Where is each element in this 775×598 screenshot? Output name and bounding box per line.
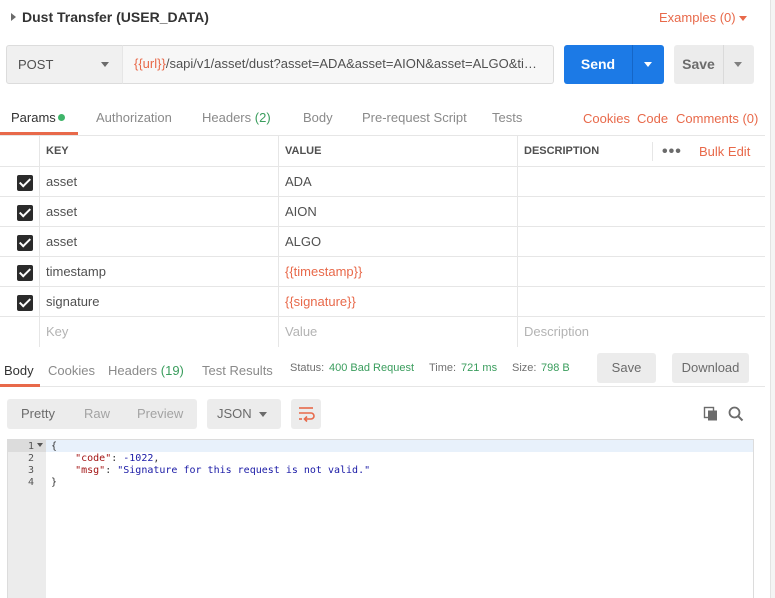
wrap-lines-icon xyxy=(299,407,315,423)
window-scrollbar[interactable] xyxy=(770,0,775,598)
param-checkbox[interactable] xyxy=(17,295,33,311)
line-number: 2 xyxy=(27,453,34,464)
param-key[interactable]: asset xyxy=(46,174,77,189)
json-string: "Signature for this request is not valid… xyxy=(117,465,371,476)
current-line-highlight xyxy=(8,440,753,452)
table-row: asset ALGO xyxy=(0,227,765,257)
response-tab-headers-count: (19) xyxy=(160,363,184,378)
line-number: 4 xyxy=(27,477,34,488)
method-value: POST xyxy=(18,57,54,72)
search-icon[interactable] xyxy=(728,406,744,425)
tab-headers-count: (2) xyxy=(254,110,271,125)
table-row: signature {{signature}} xyxy=(0,287,765,317)
param-key[interactable]: asset xyxy=(46,234,77,249)
param-value[interactable]: ADA xyxy=(285,174,312,189)
line-number: 1 xyxy=(27,441,34,452)
response-tab-headers[interactable]: Headers (19) xyxy=(108,363,184,378)
param-value[interactable]: ALGO xyxy=(285,234,321,249)
new-param-row: Key Value Description xyxy=(0,317,765,347)
param-checkbox[interactable] xyxy=(17,175,33,191)
response-tab-cookies[interactable]: Cookies xyxy=(48,363,95,378)
response-tab-body[interactable]: Body xyxy=(4,363,34,378)
param-value[interactable]: AION xyxy=(285,204,317,219)
new-value-input[interactable]: Value xyxy=(285,324,317,339)
response-tab-test-results[interactable]: Test Results xyxy=(202,363,273,378)
time-value[interactable]: 721 ms xyxy=(461,362,497,374)
tab-params[interactable]: Params xyxy=(11,110,56,125)
comments-link[interactable]: Comments (0) xyxy=(676,111,758,126)
send-button[interactable]: Send xyxy=(564,45,632,84)
line-number: 3 xyxy=(27,465,34,476)
raw-button[interactable]: Raw xyxy=(84,406,110,421)
column-header-description: DESCRIPTION xyxy=(524,145,600,157)
code-line: "msg": "Signature for this request is no… xyxy=(75,465,371,476)
tab-prerequest-script[interactable]: Pre-request Script xyxy=(362,110,467,125)
chevron-down-icon xyxy=(644,62,652,67)
collapse-caret-icon[interactable] xyxy=(11,13,16,21)
wrap-lines-button[interactable] xyxy=(291,399,321,429)
table-row: asset AION xyxy=(0,197,765,227)
examples-dropdown[interactable]: Examples (0) xyxy=(659,10,736,25)
chevron-down-icon xyxy=(734,62,742,67)
column-header-key: KEY xyxy=(46,145,69,157)
param-key[interactable]: timestamp xyxy=(46,264,106,279)
bulk-edit-link[interactable]: Bulk Edit xyxy=(699,144,750,159)
time-label: Time: xyxy=(429,362,457,374)
url-path: /sapi/v1/asset/dust?asset=ADA&asset=AION… xyxy=(165,56,544,71)
close-brace: } xyxy=(51,477,58,488)
save-button[interactable]: Save xyxy=(674,45,723,84)
param-checkbox[interactable] xyxy=(17,235,33,251)
tab-body[interactable]: Body xyxy=(303,110,333,125)
table-row: asset ADA xyxy=(0,167,765,197)
chevron-down-icon[interactable] xyxy=(739,16,747,21)
new-description-input[interactable]: Description xyxy=(524,324,589,339)
save-response-button[interactable]: Save xyxy=(597,353,656,383)
download-button[interactable]: Download xyxy=(672,353,749,383)
param-key[interactable]: signature xyxy=(46,294,99,309)
param-value[interactable]: {{signature}} xyxy=(285,294,356,309)
table-row: timestamp {{timestamp}} xyxy=(0,257,765,287)
json-key: "msg" xyxy=(75,465,106,476)
code-line: "code": -1022, xyxy=(75,453,160,464)
size-label: Size: xyxy=(512,362,537,374)
status-value[interactable]: 400 Bad Request xyxy=(329,362,414,374)
json-key: "code" xyxy=(75,453,112,464)
fold-arrow-icon[interactable] xyxy=(37,443,43,447)
code-line: { xyxy=(51,441,57,452)
format-value: JSON xyxy=(217,406,252,421)
column-header-value: VALUE xyxy=(285,145,322,157)
tab-headers-label: Headers xyxy=(202,110,252,125)
size-value[interactable]: 798 B xyxy=(541,362,570,374)
url-text: {{url}}/sapi/v1/asset/dust?asset=ADA&ass… xyxy=(134,56,544,71)
new-key-input[interactable]: Key xyxy=(46,324,68,339)
code-line: } xyxy=(51,477,57,488)
chevron-down-icon xyxy=(259,412,267,417)
param-checkbox[interactable] xyxy=(17,265,33,281)
more-options-icon[interactable]: ••• xyxy=(662,143,682,161)
active-response-tab-indicator xyxy=(0,384,40,387)
preview-button[interactable]: Preview xyxy=(137,406,183,421)
json-number: -1022 xyxy=(123,453,154,464)
cookies-link[interactable]: Cookies xyxy=(583,111,630,126)
code-link[interactable]: Code xyxy=(637,111,668,126)
request-title[interactable]: Dust Transfer (USER_DATA) xyxy=(22,9,209,25)
tab-headers[interactable]: Headers (2) xyxy=(202,110,271,125)
pretty-button[interactable]: Pretty xyxy=(21,406,55,421)
params-header-row: KEY VALUE DESCRIPTION ••• Bulk Edit xyxy=(0,136,765,167)
param-checkbox[interactable] xyxy=(17,205,33,221)
chevron-down-icon xyxy=(101,62,109,67)
open-brace: { xyxy=(51,441,58,452)
params-active-dot xyxy=(58,114,65,121)
param-value[interactable]: {{timestamp}} xyxy=(285,264,362,279)
tab-authorization[interactable]: Authorization xyxy=(96,110,172,125)
url-variable: {{url}} xyxy=(134,56,166,71)
status-label: Status: xyxy=(290,362,325,374)
tab-tests[interactable]: Tests xyxy=(492,110,522,125)
param-key[interactable]: asset xyxy=(46,204,77,219)
copy-icon[interactable] xyxy=(703,406,719,425)
active-tab-indicator xyxy=(0,132,78,135)
response-tab-headers-label: Headers xyxy=(108,363,158,378)
